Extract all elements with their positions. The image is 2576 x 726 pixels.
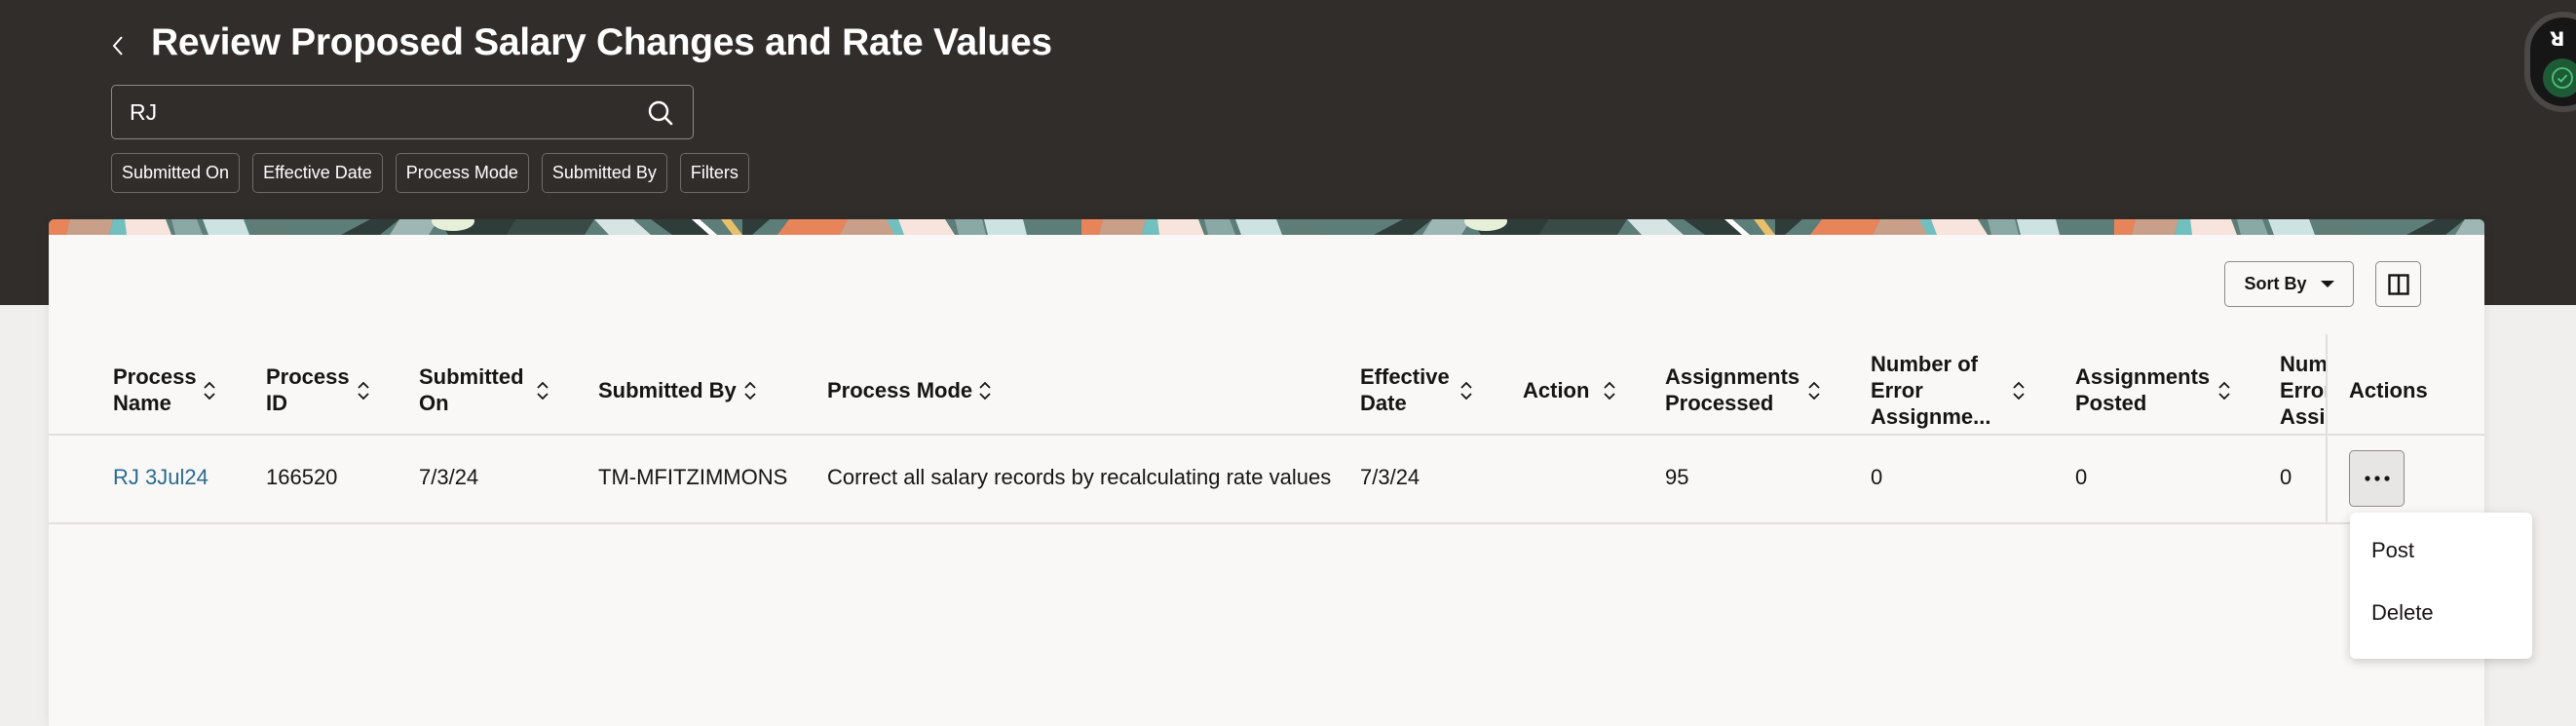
filter-chips: Submitted On Effective Date Process Mode… [111, 153, 749, 193]
cell-assignments-posted: 0 [2075, 465, 2088, 489]
cell-process-mode: Correct all salary records by recalculat… [827, 465, 1332, 489]
sort-icon[interactable] [358, 380, 369, 401]
process-name-link[interactable]: RJ 3Jul24 [113, 465, 208, 490]
sort-icon[interactable] [1460, 380, 1472, 401]
sort-by-label: Sort By [2244, 274, 2307, 293]
column-header-assignments-posted[interactable]: Assignments Posted [2075, 346, 2210, 434]
back-button[interactable] [105, 29, 131, 62]
cell-submitted-on: 7/3/24 [419, 465, 479, 489]
page-title: Review Proposed Salary Changes and Rate … [151, 21, 1052, 63]
header-divider [49, 434, 2484, 436]
search-input[interactable] [128, 86, 619, 139]
row-actions-menu: Post Delete [2350, 513, 2532, 659]
decorative-banner [49, 219, 2484, 235]
sort-icon[interactable] [1808, 380, 1820, 401]
sort-icon[interactable] [744, 380, 756, 401]
columns-icon [2387, 273, 2409, 295]
cell-num-error-assignments-posted: 0 [2280, 465, 2292, 489]
sort-icon[interactable] [537, 380, 549, 401]
filter-chip-filters[interactable]: Filters [679, 153, 749, 193]
sort-icon[interactable] [2218, 380, 2230, 401]
cell-number-of-error-assignments: 0 [1871, 465, 1883, 489]
row-divider [49, 522, 2484, 524]
column-header-actions: Actions [2349, 346, 2428, 434]
filter-chip-submitted-on[interactable]: Submitted On [111, 153, 241, 193]
frozen-column-divider [2326, 334, 2328, 523]
caret-down-icon [2320, 281, 2334, 287]
cell-process-id: 166520 [266, 465, 338, 489]
more-horizontal-icon [2364, 476, 2390, 481]
assistant-widget[interactable]: ꓤ [2524, 12, 2576, 112]
column-header-label: Num Error Assig [2280, 351, 2326, 429]
column-header-label: Submitted On [419, 364, 524, 415]
assistant-logo-icon: ꓤ [2550, 29, 2565, 51]
sort-icon[interactable] [1604, 380, 1615, 401]
column-header-submitted-by[interactable]: Submitted By [598, 346, 737, 434]
filter-chip-effective-date[interactable]: Effective Date [252, 153, 383, 193]
column-header-label: Process Name [113, 364, 197, 415]
search-icon[interactable] [646, 98, 675, 128]
column-header-action[interactable]: Action [1523, 346, 1589, 434]
sort-icon[interactable] [2013, 380, 2025, 401]
cell-assignments-processed: 95 [1665, 465, 1689, 489]
search-field[interactable] [111, 85, 694, 139]
cell-effective-date: 7/3/24 [1360, 465, 1421, 489]
column-header-label: Action [1523, 377, 1590, 402]
column-header-number-of-error-assignments[interactable]: Number of Error Assignme... [1871, 346, 1990, 434]
column-header-label: Assignments Posted [2075, 364, 2211, 415]
menu-item-delete[interactable]: Delete [2371, 600, 2434, 626]
column-header-process-mode[interactable]: Process Mode [827, 346, 972, 434]
column-header-num-error-assignments-posted[interactable]: Num Error Assig [2280, 346, 2326, 434]
column-header-label: Assignments Processed [1665, 364, 1800, 415]
column-header-submitted-on[interactable]: Submitted On [419, 346, 524, 434]
filter-chip-process-mode[interactable]: Process Mode [395, 153, 529, 193]
column-header-label: Submitted By [598, 377, 737, 402]
row-actions-button[interactable] [2349, 450, 2405, 507]
column-header-label: Process ID [266, 364, 350, 415]
column-header-process-name[interactable]: Process Name [113, 346, 197, 434]
column-header-label: Actions [2349, 377, 2428, 402]
menu-item-post[interactable]: Post [2371, 538, 2414, 563]
cell-submitted-by: TM-MFITZIMMONS [598, 465, 788, 489]
status-check-icon [2543, 58, 2576, 97]
column-header-label: Effective Date [1360, 364, 1450, 415]
results-card: Sort By Process Name Process ID Submitte… [49, 219, 2484, 726]
column-layout-button[interactable] [2375, 261, 2421, 307]
column-header-process-id[interactable]: Process ID [266, 346, 350, 434]
sort-icon[interactable] [204, 380, 215, 401]
column-header-label: Process Mode [827, 377, 973, 402]
column-header-label: Number of Error Assignme... [1871, 351, 1991, 429]
filter-chip-submitted-by[interactable]: Submitted By [541, 153, 667, 193]
sort-icon[interactable] [979, 380, 991, 401]
sort-by-dropdown[interactable]: Sort By [2224, 261, 2354, 307]
column-header-assignments-processed[interactable]: Assignments Processed [1665, 346, 1799, 434]
column-header-effective-date[interactable]: Effective Date [1360, 346, 1450, 434]
